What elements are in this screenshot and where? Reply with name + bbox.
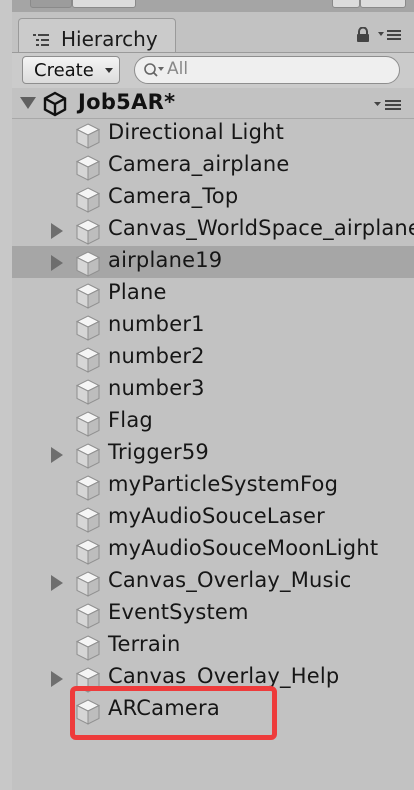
- hierarchy-item[interactable]: myParticleSystemFog: [12, 470, 414, 502]
- toolbar-button[interactable]: [332, 0, 360, 8]
- expand-arrow-icon[interactable]: [20, 97, 36, 109]
- hierarchy-item[interactable]: Directional Light: [12, 118, 414, 150]
- gameobject-cube-icon: [75, 315, 101, 341]
- tab-hierarchy[interactable]: Hierarchy: [18, 18, 176, 53]
- hierarchy-panel: Hierarchy Create Job5AR*: [12, 12, 414, 790]
- expand-arrow-icon[interactable]: [51, 447, 63, 463]
- hierarchy-item-label: Canvas_Overlay_Help: [108, 664, 340, 688]
- create-button[interactable]: Create: [22, 56, 120, 84]
- hierarchy-item-label: airplane19: [108, 248, 223, 272]
- hierarchy-item[interactable]: Plane: [12, 278, 414, 310]
- hierarchy-item[interactable]: number3: [12, 374, 414, 406]
- expand-arrow-icon[interactable]: [51, 223, 63, 239]
- hierarchy-list-icon: [33, 34, 49, 46]
- gameobject-cube-icon: [75, 219, 101, 245]
- gameobject-cube-icon: [75, 379, 101, 405]
- hierarchy-item[interactable]: myAudioSouceMoonLight: [12, 534, 414, 566]
- hierarchy-item-label: Trigger59: [108, 440, 209, 464]
- hierarchy-item[interactable]: number2: [12, 342, 414, 374]
- scene-name: Job5AR*: [78, 90, 176, 114]
- hierarchy-item[interactable]: airplane19: [12, 246, 414, 278]
- hierarchy-item[interactable]: number1: [12, 310, 414, 342]
- annotation-highlight-box: [70, 686, 277, 740]
- gameobject-cube-icon: [75, 155, 101, 181]
- gameobject-cube-icon: [75, 603, 101, 629]
- hierarchy-item-label: Camera_airplane: [108, 152, 290, 176]
- gameobject-cube-icon: [75, 507, 101, 533]
- scene-header[interactable]: Job5AR*: [12, 88, 414, 119]
- menu-icon[interactable]: [378, 29, 402, 41]
- hierarchy-item[interactable]: Trigger59: [12, 438, 414, 470]
- gameobject-cube-icon: [75, 571, 101, 597]
- hierarchy-item[interactable]: Camera_Top: [12, 182, 414, 214]
- toolbar-button[interactable]: [30, 0, 72, 8]
- hierarchy-item-label: Canvas_Overlay_Music: [108, 568, 352, 592]
- hierarchy-item-label: myParticleSystemFog: [108, 472, 339, 496]
- hierarchy-item-label: myAudioSouceLaser: [108, 504, 325, 528]
- gameobject-cube-icon: [75, 443, 101, 469]
- hierarchy-item-label: Directional Light: [108, 120, 285, 144]
- search-field[interactable]: [134, 56, 400, 84]
- scene-menu-icon[interactable]: [374, 99, 402, 111]
- hierarchy-item-label: Plane: [108, 280, 167, 304]
- toolbar-button[interactable]: [360, 0, 406, 8]
- gameobject-cube-icon: [75, 347, 101, 373]
- hierarchy-item[interactable]: Canvas_WorldSpace_airplane: [12, 214, 414, 246]
- hierarchy-item[interactable]: Camera_airplane: [12, 150, 414, 182]
- expand-arrow-icon[interactable]: [51, 255, 63, 271]
- hierarchy-item-label: number1: [108, 312, 205, 336]
- chevron-down-icon: [105, 68, 113, 73]
- hierarchy-item[interactable]: EventSystem: [12, 598, 414, 630]
- hierarchy-item-label: number3: [108, 376, 205, 400]
- expand-arrow-icon[interactable]: [51, 671, 63, 687]
- unity-logo-icon: [43, 91, 67, 117]
- search-icon[interactable]: [143, 62, 165, 78]
- hierarchy-item[interactable]: Canvas_Overlay_Music: [12, 566, 414, 598]
- gameobject-cube-icon: [75, 411, 101, 437]
- hierarchy-item-label: myAudioSouceMoonLight: [108, 536, 379, 560]
- hierarchy-item[interactable]: Terrain: [12, 630, 414, 662]
- gameobject-cube-icon: [75, 539, 101, 565]
- toolbar-button[interactable]: [72, 0, 136, 8]
- hierarchy-item-label: EventSystem: [108, 600, 249, 624]
- hierarchy-item-label: Flag: [108, 408, 153, 432]
- gameobject-cube-icon: [75, 475, 101, 501]
- search-input[interactable]: [167, 59, 387, 79]
- tab-title: Hierarchy: [61, 27, 158, 51]
- hierarchy-item-label: number2: [108, 344, 205, 368]
- hierarchy-toolbar: Create: [12, 52, 414, 89]
- hierarchy-item-label: Canvas_WorldSpace_airplane: [108, 216, 414, 240]
- gameobject-cube-icon: [75, 123, 101, 149]
- create-button-label: Create: [34, 60, 94, 81]
- hierarchy-item[interactable]: Flag: [12, 406, 414, 438]
- lock-icon[interactable]: [356, 27, 370, 43]
- hierarchy-item[interactable]: myAudioSouceLaser: [12, 502, 414, 534]
- hierarchy-item-label: Camera_Top: [108, 184, 239, 208]
- gameobject-cube-icon: [75, 187, 101, 213]
- gameobject-cube-icon: [75, 251, 101, 277]
- gameobject-cube-icon: [75, 635, 101, 661]
- expand-arrow-icon[interactable]: [51, 575, 63, 591]
- gameobject-cube-icon: [75, 283, 101, 309]
- hierarchy-item-label: Terrain: [108, 632, 181, 656]
